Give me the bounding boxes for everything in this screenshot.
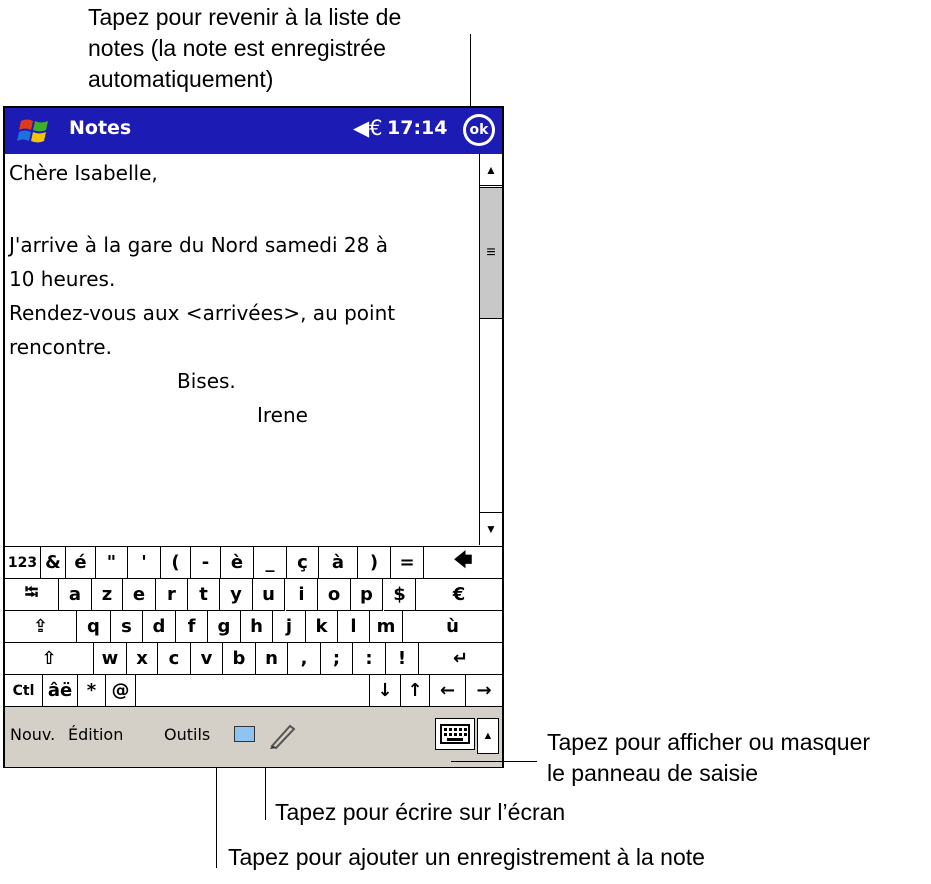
key[interactable]: b <box>223 643 256 675</box>
key[interactable]: ç <box>287 547 319 579</box>
note-line: Rendez-vous aux <arrivées>, au point <box>9 301 396 325</box>
key[interactable]: ⭾ <box>5 579 59 611</box>
key[interactable]: ' <box>128 547 161 579</box>
recording-icon[interactable] <box>234 726 255 742</box>
callout-recording: Tapez pour ajouter un enregistrement à l… <box>228 844 705 870</box>
ok-label: ok <box>466 117 492 143</box>
key[interactable] <box>136 675 370 707</box>
scroll-down-button[interactable]: ▼ <box>480 512 502 544</box>
key[interactable]: ( <box>161 547 191 579</box>
key[interactable]: ↑ <box>401 675 430 707</box>
note-line: J'arrive à la gare du Nord samedi 28 à <box>9 233 388 257</box>
key[interactable]: * <box>78 675 106 707</box>
soft-keyboard: 123 & é " '(- è _ ç à) = 🡄 ⭾ a z e r t y u i o p $ € ⇪ q s d f g h j k l m… <box>5 546 502 707</box>
key[interactable]: @ <box>106 675 136 707</box>
key[interactable]: ⇪ <box>5 611 77 643</box>
ok-button[interactable]: ok <box>463 114 495 146</box>
callout-pen-line <box>265 768 266 820</box>
key[interactable]: m <box>370 611 403 643</box>
key[interactable]: ! <box>386 643 419 675</box>
pocket-pc-screen: Notes ◀€ 17:14 ok Chère Isabelle, J'arri… <box>3 106 504 768</box>
start-menu-button[interactable] <box>5 108 63 154</box>
key[interactable]: n <box>256 643 288 675</box>
key[interactable]: d <box>143 611 176 643</box>
key[interactable]: ) <box>358 547 391 579</box>
key[interactable]: u <box>253 579 285 611</box>
menu-new[interactable]: Nouv. <box>10 725 55 744</box>
callout-keyboard: Tapez pour afficher ou masquer le pannea… <box>547 729 871 786</box>
callout-recording-line <box>216 768 217 868</box>
vertical-scrollbar[interactable]: ▲ ≡ ▼ <box>479 154 502 545</box>
note-line: 10 heures. <box>9 267 116 291</box>
key[interactable]: _ <box>254 547 287 579</box>
scroll-thumb[interactable]: ≡ <box>480 187 502 319</box>
key[interactable]: , <box>288 643 321 675</box>
key[interactable]: : <box>353 643 386 675</box>
key[interactable]: 🡄 <box>424 547 502 579</box>
key[interactable]: ù <box>403 611 502 643</box>
key[interactable]: e <box>123 579 156 611</box>
clock[interactable]: 17:14 <box>387 117 447 139</box>
key[interactable]: r <box>156 579 188 611</box>
note-line: Bises. <box>177 369 236 393</box>
key[interactable]: è <box>221 547 254 579</box>
callout-pen: Tapez pour écrire sur l’écran <box>275 799 566 825</box>
note-line: Irene <box>257 403 308 427</box>
key[interactable]: - <box>191 547 221 579</box>
windows-flag-icon <box>17 119 48 143</box>
key[interactable]: y <box>220 579 253 611</box>
menu-bar: Nouv. Édition Outils ▲ <box>5 706 502 767</box>
input-panel-arrow[interactable]: ▲ <box>477 718 499 754</box>
key[interactable]: g <box>208 611 241 643</box>
key[interactable]: é <box>66 547 96 579</box>
key[interactable]: o <box>318 579 351 611</box>
key[interactable]: Ctl <box>5 675 43 707</box>
key[interactable]: h <box>241 611 273 643</box>
keyboard-glyph-icon <box>440 724 470 744</box>
note-text-area[interactable]: Chère Isabelle, J'arrive à la gare du No… <box>5 154 478 545</box>
pen-icon[interactable] <box>268 720 298 750</box>
key[interactable]: p <box>351 579 383 611</box>
key[interactable]: l <box>338 611 370 643</box>
menu-tools[interactable]: Outils <box>164 725 210 744</box>
key[interactable]: → <box>466 675 502 707</box>
key[interactable]: € <box>416 579 502 611</box>
keyboard-icon[interactable] <box>435 718 475 750</box>
key[interactable]: s <box>111 611 143 643</box>
callout-keyboard-line <box>451 761 537 762</box>
key[interactable]: c <box>158 643 191 675</box>
key[interactable]: z <box>92 579 123 611</box>
key[interactable]: j <box>273 611 306 643</box>
key[interactable]: k <box>306 611 338 643</box>
key[interactable]: à <box>319 547 358 579</box>
key[interactable]: âë <box>43 675 78 707</box>
callout-ok-button: Tapez pour revenir à la liste de notes (… <box>88 4 402 92</box>
key[interactable]: ↓ <box>370 675 401 707</box>
key[interactable]: 123 <box>5 547 41 579</box>
key[interactable]: t <box>188 579 220 611</box>
key[interactable]: v <box>191 643 223 675</box>
key[interactable]: " <box>96 547 128 579</box>
app-title: Notes <box>69 117 132 139</box>
note-line: rencontre. <box>9 335 112 359</box>
key[interactable]: ↵ <box>419 643 502 675</box>
speaker-icon[interactable]: ◀€ <box>353 116 383 140</box>
key[interactable]: & <box>41 547 66 579</box>
key[interactable]: a <box>59 579 92 611</box>
key[interactable]: ← <box>430 675 466 707</box>
key[interactable]: x <box>127 643 158 675</box>
callout-ok-line <box>470 34 471 112</box>
menu-edit[interactable]: Édition <box>68 725 123 744</box>
key[interactable]: i <box>286 579 318 611</box>
key[interactable]: w <box>94 643 127 675</box>
key[interactable]: $ <box>384 579 416 611</box>
scroll-up-button[interactable]: ▲ <box>480 154 502 186</box>
key[interactable]: q <box>77 611 111 643</box>
key[interactable]: = <box>391 547 424 579</box>
key[interactable]: ; <box>321 643 353 675</box>
key[interactable]: f <box>176 611 208 643</box>
note-line: Chère Isabelle, <box>9 161 158 185</box>
title-bar: Notes ◀€ 17:14 ok <box>5 108 502 154</box>
key[interactable]: ⇧ <box>5 643 94 675</box>
